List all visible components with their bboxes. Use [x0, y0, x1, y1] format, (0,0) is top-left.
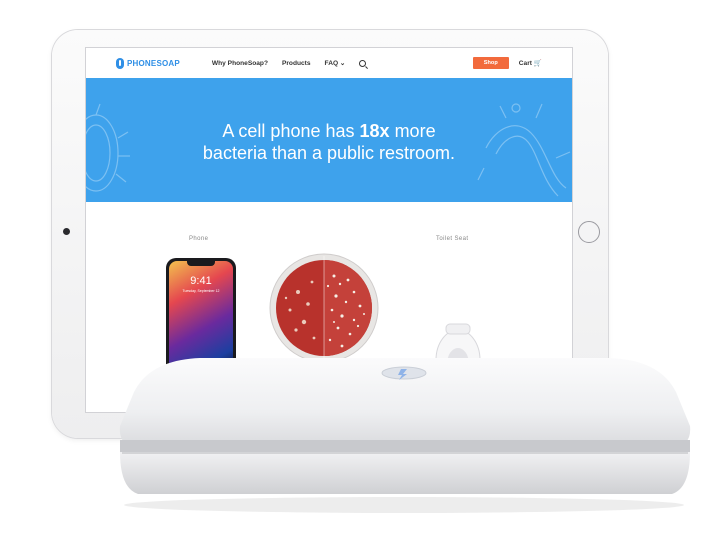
- phonesoap-device-image: [119, 358, 691, 513]
